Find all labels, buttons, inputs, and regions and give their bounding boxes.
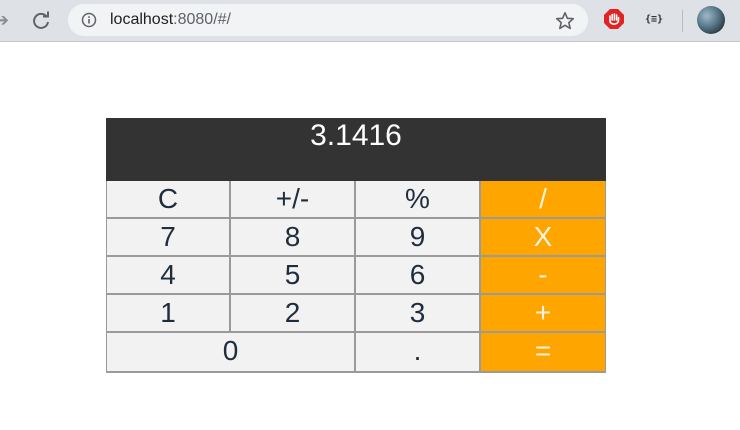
digit-3-button[interactable]: 3	[356, 295, 481, 333]
forward-icon[interactable]: ➔	[0, 9, 14, 31]
toolbar-divider	[682, 10, 683, 32]
url-path: :8080/#/	[173, 11, 231, 28]
browser-toolbar: ➔ localhost:8080/#/ {≡}	[0, 0, 740, 42]
digit-0-button[interactable]: 0	[106, 333, 356, 373]
info-icon[interactable]	[81, 12, 97, 28]
add-button[interactable]: +	[481, 295, 606, 333]
digit-8-button[interactable]: 8	[231, 219, 356, 257]
digit-7-button[interactable]: 7	[106, 219, 231, 257]
subtract-button[interactable]: -	[481, 257, 606, 295]
percent-button[interactable]: %	[356, 181, 481, 219]
stop-extension-icon[interactable]	[603, 8, 625, 30]
star-icon[interactable]	[555, 11, 575, 31]
keypad: C +/- % / 7 8 9 X 4 5 6 - 1 2 3 + 0 . =	[106, 181, 606, 373]
address-bar[interactable]: localhost:8080/#/	[68, 4, 588, 36]
divide-button[interactable]: /	[481, 181, 606, 219]
equals-button[interactable]: =	[481, 333, 606, 373]
sign-toggle-button[interactable]: +/-	[231, 181, 356, 219]
digit-5-button[interactable]: 5	[231, 257, 356, 295]
calculator-display: 3.1416	[106, 118, 606, 181]
reload-icon[interactable]	[28, 8, 54, 34]
decimal-button[interactable]: .	[356, 333, 481, 373]
multiply-button[interactable]: X	[481, 219, 606, 257]
digit-6-button[interactable]: 6	[356, 257, 481, 295]
json-extension-icon[interactable]: {≡}	[642, 10, 666, 30]
calculator: 3.1416 C +/- % / 7 8 9 X 4 5 6 - 1 2 3 +…	[106, 118, 606, 373]
clear-button[interactable]: C	[106, 181, 231, 219]
digit-4-button[interactable]: 4	[106, 257, 231, 295]
digit-9-button[interactable]: 9	[356, 219, 481, 257]
profile-avatar[interactable]	[697, 6, 725, 34]
url-text[interactable]: localhost:8080/#/	[110, 10, 231, 30]
digit-2-button[interactable]: 2	[231, 295, 356, 333]
url-host: localhost	[110, 11, 174, 28]
digit-1-button[interactable]: 1	[106, 295, 231, 333]
